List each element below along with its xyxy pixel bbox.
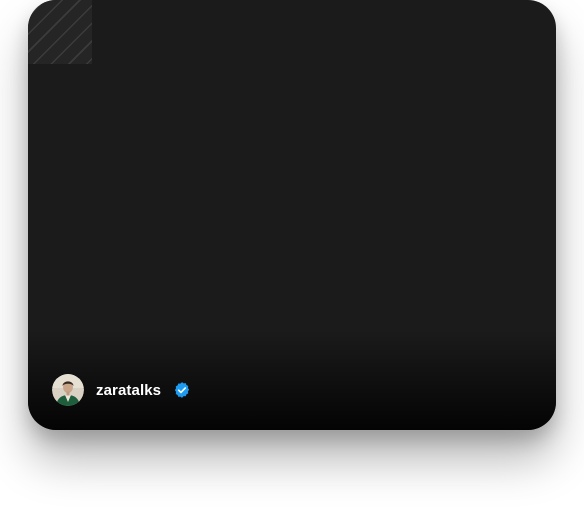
media-placeholder-pattern <box>28 0 92 64</box>
media-card[interactable]: zaratalks <box>28 0 556 430</box>
username[interactable]: zaratalks <box>96 382 161 399</box>
avatar[interactable] <box>52 374 84 406</box>
verified-badge-icon <box>175 382 190 398</box>
author-row[interactable]: zaratalks <box>52 373 191 407</box>
